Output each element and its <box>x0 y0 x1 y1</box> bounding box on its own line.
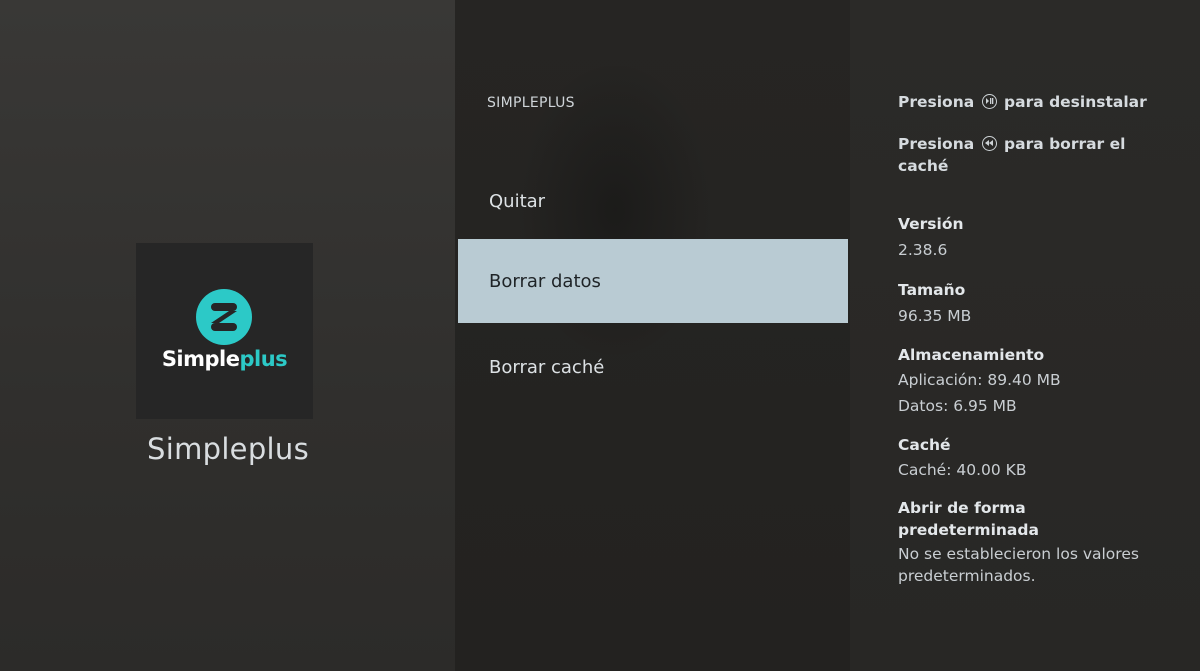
rewind-icon <box>981 136 997 151</box>
menu-item-label: Borrar datos <box>489 270 601 292</box>
storage-data-value: Datos: 6.95 MB <box>898 397 1017 415</box>
hint-uninstall: Presiona para desinstalar <box>898 93 1147 111</box>
storage-app-value: Aplicación: 89.40 MB <box>898 371 1061 389</box>
app-tile: Simpleplus <box>136 243 313 419</box>
menu-header: SIMPLEPLUS <box>487 95 575 111</box>
cache-value: Caché: 40.00 KB <box>898 461 1027 479</box>
simpleplus-logo-icon <box>196 289 252 345</box>
default-open-value: No se establecieron los valores predeter… <box>898 545 1139 585</box>
menu-item-label: Borrar caché <box>489 356 605 378</box>
play-pause-icon <box>981 94 997 109</box>
default-open-label: Abrir de forma predeterminada <box>898 499 1039 539</box>
size-label: Tamaño <box>898 281 966 299</box>
hint-clear-cache: Presiona para borrar el caché <box>898 135 1126 175</box>
simpleplus-logo-wordmark: Simpleplus <box>161 347 288 371</box>
app-name: Simpleplus <box>147 432 309 466</box>
menu-item-borrar-datos[interactable]: Borrar datos <box>458 239 848 323</box>
menu-item-borrar-cache[interactable]: Borrar caché <box>458 325 848 409</box>
cache-label: Caché <box>898 436 951 454</box>
menu-item-label: Quitar <box>489 190 546 212</box>
version-value: 2.38.6 <box>898 241 948 259</box>
storage-label: Almacenamiento <box>898 346 1045 364</box>
size-value: 96.35 MB <box>898 307 972 325</box>
menu-item-quitar[interactable]: Quitar <box>458 159 848 243</box>
version-label: Versión <box>898 215 964 233</box>
